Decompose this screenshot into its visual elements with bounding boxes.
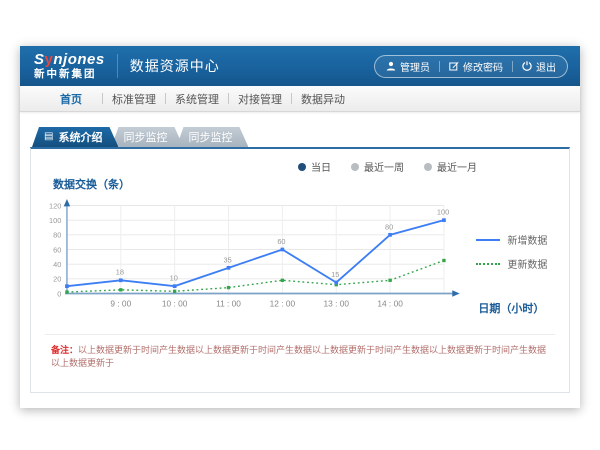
svg-text:20: 20: [53, 275, 61, 284]
power-icon: [522, 61, 532, 71]
page-title: 数据资源中心: [130, 56, 220, 76]
svg-text:13 : 00: 13 : 00: [324, 298, 350, 308]
svg-text:100: 100: [49, 216, 61, 225]
nav-item-system-management[interactable]: 系统管理: [166, 91, 228, 107]
footnote-text: 以上数据更新于时间产生数据以上数据更新于时间产生数据以上数据更新于时间产生数据以…: [51, 345, 546, 368]
filter-label: 当日: [311, 159, 331, 174]
tab-sync-monitor-2[interactable]: 同步监控: [176, 127, 248, 147]
logout-button[interactable]: 退出: [522, 59, 556, 74]
radio-icon: [424, 163, 432, 171]
user-icon: [386, 61, 396, 71]
brand-logo-subtitle: 新中新集团: [34, 69, 105, 80]
chart-right-column: 新增数据 更新数据 日期（小时）: [476, 192, 569, 332]
tab-label: 同步监控: [188, 129, 232, 145]
chart-panel: 当日 最近一周 最近一月 数据交换（条） 0 20 40 60 80 100 120 9 : …: [30, 147, 570, 393]
legend-label: 新增数据: [507, 232, 547, 247]
legend-line-dotted: [476, 263, 500, 265]
logo-text: S: [34, 51, 45, 68]
filter-today[interactable]: 当日: [298, 159, 331, 174]
nav-item-home[interactable]: 首页: [40, 91, 102, 107]
brand-logo: Synjones 新中新集团: [34, 52, 105, 80]
tab-bar: ▤ 系统介绍 同步监控 同步监控: [32, 127, 570, 147]
pill-separator: [439, 61, 440, 72]
main-navbar: 首页 标准管理 系统管理 对接管理 数据异动: [20, 86, 580, 112]
document-icon: ▤: [44, 132, 53, 142]
change-password-label: 修改密码: [463, 59, 503, 74]
line-chart: 0 20 40 60 80 100 120 9 : 00 10 : 00 11 : 00 12 : …: [41, 192, 476, 332]
svg-text:80: 80: [385, 222, 393, 231]
svg-text:11 : 00: 11 : 00: [216, 298, 241, 308]
svg-text:80: 80: [53, 231, 61, 240]
filter-label: 最近一周: [364, 159, 404, 174]
filter-last-week[interactable]: 最近一周: [351, 159, 404, 174]
svg-text:9 : 00: 9 : 00: [110, 298, 131, 308]
y-axis-title: 数据交换（条）: [53, 176, 569, 192]
logout-label: 退出: [536, 59, 556, 74]
logo-text-2: njones: [53, 51, 104, 68]
edit-icon: [449, 61, 459, 71]
nav-item-data-change[interactable]: 数据异动: [292, 91, 354, 107]
svg-text:35: 35: [223, 255, 231, 264]
change-password-button[interactable]: 修改密码: [449, 59, 503, 74]
filter-last-month[interactable]: 最近一月: [424, 159, 477, 174]
nav-item-interface-management[interactable]: 对接管理: [229, 91, 291, 107]
period-filter-group: 当日 最近一周 最近一月: [31, 149, 569, 174]
footnote-prefix: 备注：: [51, 345, 78, 355]
radio-icon: [351, 163, 359, 171]
main-content: ▤ 系统介绍 同步监控 同步监控 当日 最近一周: [30, 127, 570, 393]
chart-legend: 新增数据 更新数据: [476, 232, 569, 271]
svg-text:12 : 00: 12 : 00: [270, 298, 296, 308]
footnote: 备注：以上数据更新于时间产生数据以上数据更新于时间产生数据以上数据更新于时间产生…: [31, 335, 569, 369]
tab-label: 系统介绍: [58, 129, 102, 145]
svg-text:10 : 00: 10 : 00: [162, 298, 188, 308]
svg-text:100: 100: [437, 208, 449, 217]
svg-text:18: 18: [116, 268, 124, 277]
svg-text:40: 40: [53, 260, 61, 269]
legend-label: 更新数据: [507, 256, 547, 271]
legend-item-new-data: 新增数据: [476, 232, 569, 247]
chart-area: 0 20 40 60 80 100 120 9 : 00 10 : 00 11 : 00 12 : …: [31, 192, 569, 332]
tab-sync-monitor-1[interactable]: 同步监控: [111, 127, 183, 147]
tab-label: 同步监控: [123, 129, 167, 145]
brand-logo-word: Synjones: [34, 52, 105, 67]
svg-text:60: 60: [53, 245, 61, 254]
radio-icon: [298, 163, 306, 171]
svg-text:120: 120: [49, 201, 61, 210]
user-menu[interactable]: 管理员: [386, 59, 430, 74]
filter-label: 最近一月: [437, 159, 477, 174]
user-controls: 管理员 修改密码 退出: [374, 55, 568, 78]
app-header: Synjones 新中新集团 数据资源中心 管理员 修改密码 退出: [20, 46, 580, 86]
nav-item-standard-management[interactable]: 标准管理: [103, 91, 165, 107]
svg-text:10: 10: [170, 274, 178, 283]
app-window: Synjones 新中新集团 数据资源中心 管理员 修改密码 退出 首页: [20, 46, 580, 408]
svg-text:15: 15: [331, 270, 339, 279]
user-label: 管理员: [400, 59, 430, 74]
header-divider: [117, 54, 118, 78]
svg-text:0: 0: [57, 289, 61, 298]
pill-separator: [512, 61, 513, 72]
x-axis-title: 日期（小时）: [478, 300, 544, 316]
svg-text:60: 60: [277, 237, 285, 246]
legend-line-solid: [476, 239, 500, 241]
svg-text:14 : 00: 14 : 00: [377, 298, 403, 308]
tab-system-intro[interactable]: ▤ 系统介绍: [32, 127, 118, 147]
legend-item-updated-data: 更新数据: [476, 256, 569, 271]
